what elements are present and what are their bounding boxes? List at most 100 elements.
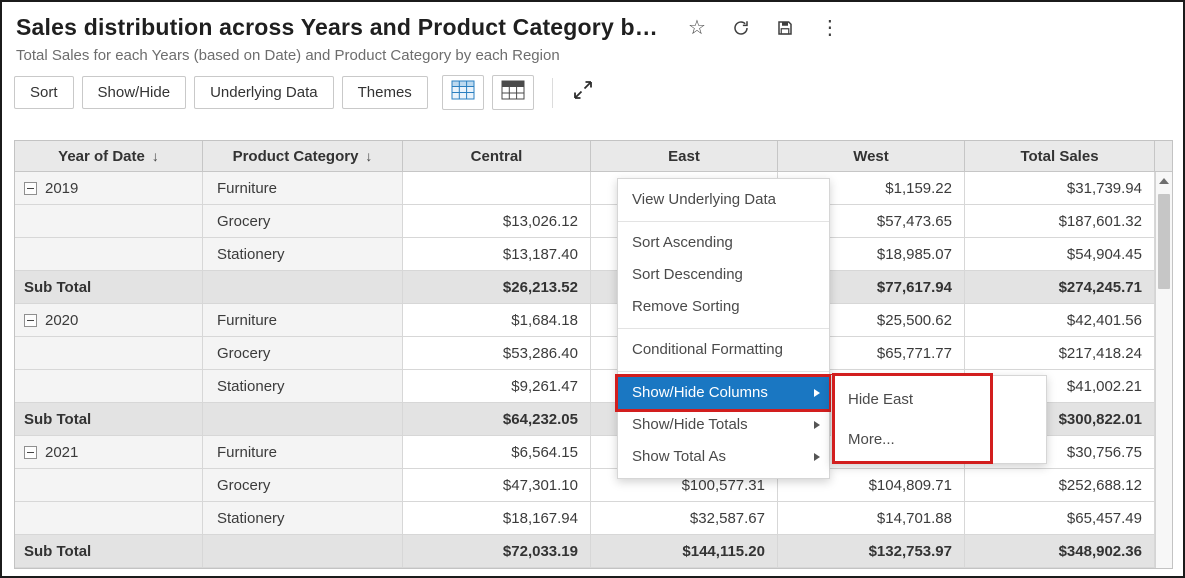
column-header-west[interactable]: West: [778, 141, 965, 172]
toolbar-divider: [552, 78, 553, 108]
value-cell-central[interactable]: $1,684.18: [403, 304, 591, 337]
category-cell[interactable]: Grocery: [203, 469, 403, 502]
sort-button[interactable]: Sort: [14, 76, 74, 109]
category-cell[interactable]: Furniture: [203, 436, 403, 469]
column-header-total-sales[interactable]: Total Sales: [965, 141, 1155, 172]
value-cell-total[interactable]: $187,601.32: [965, 205, 1155, 238]
category-cell[interactable]: Stationery: [203, 370, 403, 403]
year-cell[interactable]: [15, 337, 203, 370]
menu-item-show-hide-columns[interactable]: Show/Hide Columns: [618, 377, 829, 409]
page-header: Sales distribution across Years and Prod…: [2, 2, 1183, 64]
value-cell-total[interactable]: $65,457.49: [965, 502, 1155, 535]
table-view-icon: [451, 80, 475, 105]
collapse-icon[interactable]: [24, 446, 37, 459]
menu-item-remove-sorting[interactable]: Remove Sorting: [618, 291, 829, 323]
pivot-table: Year of Date ↓ Product Category ↓ Centra…: [14, 140, 1173, 569]
table-view-button[interactable]: [442, 75, 484, 110]
maximize-button[interactable]: [571, 78, 595, 107]
value-cell-central[interactable]: $18,167.94: [403, 502, 591, 535]
column-header-east[interactable]: East: [591, 141, 778, 172]
value-cell-east[interactable]: $32,587.67: [591, 502, 778, 535]
toolbar: Sort Show/Hide Underlying Data Themes: [2, 64, 1183, 118]
value-cell-total[interactable]: $348,902.36: [965, 535, 1155, 568]
underlying-data-button[interactable]: Underlying Data: [194, 76, 334, 109]
sort-desc-icon[interactable]: ↓: [152, 148, 159, 164]
column-header-year-of-date[interactable]: Year of Date ↓: [15, 141, 203, 172]
year-cell[interactable]: [15, 238, 203, 271]
collapse-icon[interactable]: [24, 182, 37, 195]
scroll-up-button[interactable]: [1156, 172, 1172, 189]
collapse-icon[interactable]: [24, 314, 37, 327]
value-cell-central[interactable]: $64,232.05: [403, 403, 591, 436]
category-cell[interactable]: [203, 535, 403, 568]
year-cell[interactable]: 2019: [15, 172, 203, 205]
menu-item-label: Show/Hide Columns: [632, 384, 768, 401]
value-cell-central[interactable]: $9,261.47: [403, 370, 591, 403]
submenu-arrow-icon: [814, 389, 820, 397]
value-cell-central[interactable]: $13,026.12: [403, 205, 591, 238]
vertical-scrollbar[interactable]: [1155, 172, 1172, 568]
year-cell[interactable]: [15, 502, 203, 535]
menu-item-sort-descending[interactable]: Sort Descending: [618, 259, 829, 291]
save-icon[interactable]: [776, 19, 794, 37]
value-cell-central[interactable]: $13,187.40: [403, 238, 591, 271]
year-cell[interactable]: 2021: [15, 436, 203, 469]
menu-item-conditional-formatting[interactable]: Conditional Formatting: [618, 334, 829, 366]
themes-button[interactable]: Themes: [342, 76, 428, 109]
category-cell[interactable]: Furniture: [203, 304, 403, 337]
submenu-item-more[interactable]: More...: [832, 420, 1046, 460]
year-label: 2019: [45, 180, 78, 197]
sort-desc-icon[interactable]: ↓: [365, 148, 372, 164]
category-cell[interactable]: [203, 271, 403, 304]
pivot-view-button[interactable]: [492, 75, 534, 110]
value-cell-central[interactable]: $53,286.40: [403, 337, 591, 370]
category-cell[interactable]: [203, 403, 403, 436]
value-cell-west[interactable]: $14,701.88: [778, 502, 965, 535]
year-cell[interactable]: 2020: [15, 304, 203, 337]
value-cell-central[interactable]: $6,564.15: [403, 436, 591, 469]
value-cell-total[interactable]: $42,401.56: [965, 304, 1155, 337]
subtotal-label-cell[interactable]: Sub Total: [15, 271, 203, 304]
value-cell-central[interactable]: $47,301.10: [403, 469, 591, 502]
column-header-central[interactable]: Central: [403, 141, 591, 172]
title-actions: ☆ ⋮: [688, 18, 840, 38]
category-cell[interactable]: Grocery: [203, 337, 403, 370]
menu-item-show-hide-totals[interactable]: Show/Hide Totals: [618, 409, 829, 441]
category-cell[interactable]: Stationery: [203, 502, 403, 535]
year-cell[interactable]: [15, 205, 203, 238]
year-cell[interactable]: [15, 469, 203, 502]
menu-item-sort-ascending[interactable]: Sort Ascending: [618, 227, 829, 259]
menu-separator: [618, 371, 829, 372]
value-cell-total[interactable]: $217,418.24: [965, 337, 1155, 370]
table-row: 2019 Furniture $1,159.22 $31,739.94: [15, 172, 1172, 205]
value-cell-east[interactable]: $144,115.20: [591, 535, 778, 568]
refresh-icon[interactable]: [732, 19, 750, 37]
category-cell[interactable]: Grocery: [203, 205, 403, 238]
menu-item-view-underlying-data[interactable]: View Underlying Data: [618, 184, 829, 216]
menu-item-show-total-as[interactable]: Show Total As: [618, 441, 829, 473]
value-cell-total[interactable]: $274,245.71: [965, 271, 1155, 304]
value-cell-central[interactable]: $26,213.52: [403, 271, 591, 304]
category-cell[interactable]: Stationery: [203, 238, 403, 271]
column-header-product-category[interactable]: Product Category ↓: [203, 141, 403, 172]
more-options-kebab-icon[interactable]: ⋮: [820, 18, 840, 38]
value-cell-total[interactable]: $252,688.12: [965, 469, 1155, 502]
pivot-view-icon: [501, 80, 525, 105]
scrollbar-thumb[interactable]: [1158, 194, 1170, 289]
subtotal-label-cell[interactable]: Sub Total: [15, 403, 203, 436]
value-cell-west[interactable]: $132,753.97: [778, 535, 965, 568]
value-cell-central[interactable]: [403, 172, 591, 205]
value-cell-central[interactable]: $72,033.19: [403, 535, 591, 568]
submenu-item-hide-east[interactable]: Hide East: [832, 380, 1046, 420]
category-cell[interactable]: Furniture: [203, 172, 403, 205]
year-cell[interactable]: [15, 370, 203, 403]
favorite-star-icon[interactable]: ☆: [688, 18, 706, 38]
value-cell-total[interactable]: $54,904.45: [965, 238, 1155, 271]
column-label: Year of Date: [58, 148, 145, 165]
page-subtitle: Total Sales for each Years (based on Dat…: [16, 47, 1167, 64]
subtotal-label-cell[interactable]: Sub Total: [15, 535, 203, 568]
table-row: Grocery $53,286.40 $65,771.77 $217,418.2…: [15, 337, 1172, 370]
show-hide-button[interactable]: Show/Hide: [82, 76, 187, 109]
table-row: Grocery $47,301.10 $100,577.31 $104,809.…: [15, 469, 1172, 502]
value-cell-total[interactable]: $31,739.94: [965, 172, 1155, 205]
